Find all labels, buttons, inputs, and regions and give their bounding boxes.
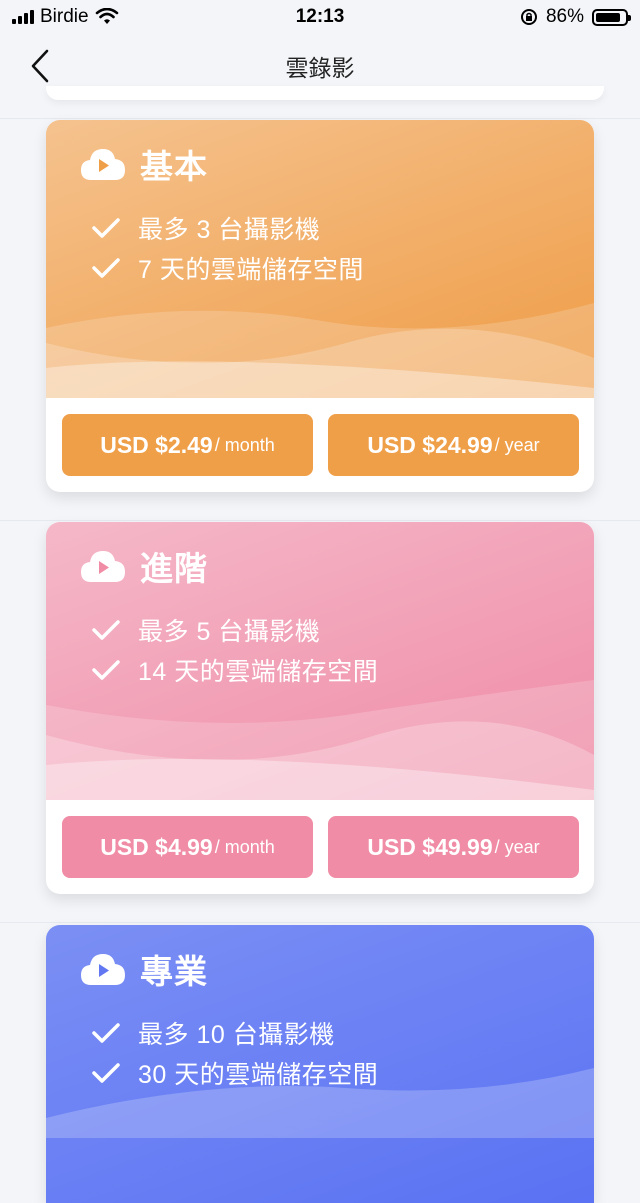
plan-name: 專業 bbox=[140, 953, 208, 990]
wifi-icon bbox=[95, 8, 118, 24]
cloud-video-icon bbox=[81, 149, 125, 180]
plan-card-advanced: 進階 最多 5 台攝影機 14 天的雲端儲存空間 USD $4.99 / mon… bbox=[46, 522, 594, 894]
price-amount: USD $49.99 bbox=[367, 833, 493, 860]
plan-pricing: USD $2.49 / month USD $24.99 / year bbox=[46, 398, 594, 492]
price-amount: USD $2.49 bbox=[100, 431, 213, 458]
monthly-price-button[interactable]: USD $4.99 / month bbox=[62, 816, 313, 878]
price-period: / year bbox=[494, 836, 540, 857]
divider bbox=[0, 520, 640, 521]
carrier-name: Birdie bbox=[40, 6, 89, 27]
feature-text: 7 天的雲端儲存空間 bbox=[138, 256, 364, 284]
chevron-left-icon bbox=[31, 49, 49, 83]
rotation-lock-icon bbox=[520, 9, 537, 25]
carrier-group: Birdie bbox=[12, 6, 119, 28]
plan-hero: 基本 最多 3 台攝影機 7 天的雲端儲存空間 bbox=[46, 120, 594, 398]
cloud-video-icon bbox=[81, 551, 125, 582]
feature-text: 最多 5 台攝影機 bbox=[138, 618, 321, 646]
clock: 12:13 bbox=[295, 6, 345, 27]
header-panel-edge bbox=[46, 86, 604, 100]
monthly-price-button[interactable]: USD $2.49 / month bbox=[62, 414, 313, 476]
battery-group: 86% bbox=[520, 6, 631, 28]
plan-hero: 專業 最多 10 台攝影機 30 天的雲端儲存空間 bbox=[46, 925, 594, 1203]
plan-card-pro: 專業 最多 10 台攝影機 30 天的雲端儲存空間 bbox=[46, 925, 594, 1203]
plan-pricing: USD $4.99 / month USD $49.99 / year bbox=[46, 800, 594, 894]
plan-name: 進階 bbox=[140, 550, 208, 587]
battery-icon bbox=[592, 8, 631, 26]
back-button[interactable] bbox=[24, 48, 56, 84]
status-bar: Birdie 12:13 86% bbox=[0, 0, 640, 34]
plan-name: 基本 bbox=[140, 148, 208, 185]
divider bbox=[0, 922, 640, 923]
price-period: / year bbox=[494, 434, 540, 455]
wave-decoration bbox=[46, 1068, 594, 1138]
price-amount: USD $4.99 bbox=[100, 833, 213, 860]
wave-decoration bbox=[46, 303, 594, 398]
price-period: / month bbox=[214, 434, 275, 455]
feature-item: 最多 5 台攝影機 bbox=[92, 612, 320, 648]
plan-hero: 進階 最多 5 台攝影機 14 天的雲端儲存空間 bbox=[46, 522, 594, 800]
plan-card-basic: 基本 最多 3 台攝影機 7 天的雲端儲存空間 USD $2.49 / mont… bbox=[46, 120, 594, 492]
divider bbox=[0, 118, 640, 119]
yearly-price-button[interactable]: USD $49.99 / year bbox=[328, 816, 579, 878]
feature-item: 7 天的雲端儲存空間 bbox=[92, 250, 364, 286]
battery-percent: 86% bbox=[545, 6, 584, 27]
feature-text: 最多 3 台攝影機 bbox=[138, 216, 321, 244]
yearly-price-button[interactable]: USD $24.99 / year bbox=[328, 414, 579, 476]
check-icon bbox=[92, 258, 120, 278]
wave-decoration bbox=[46, 680, 594, 800]
signal-icon bbox=[12, 10, 34, 24]
price-period: / month bbox=[214, 836, 275, 857]
feature-item: 最多 3 台攝影機 bbox=[92, 210, 320, 246]
check-icon bbox=[92, 620, 120, 640]
check-icon bbox=[92, 218, 120, 238]
page-title: 雲錄影 bbox=[285, 55, 355, 81]
price-amount: USD $24.99 bbox=[367, 431, 493, 458]
cloud-video-icon bbox=[81, 954, 125, 985]
